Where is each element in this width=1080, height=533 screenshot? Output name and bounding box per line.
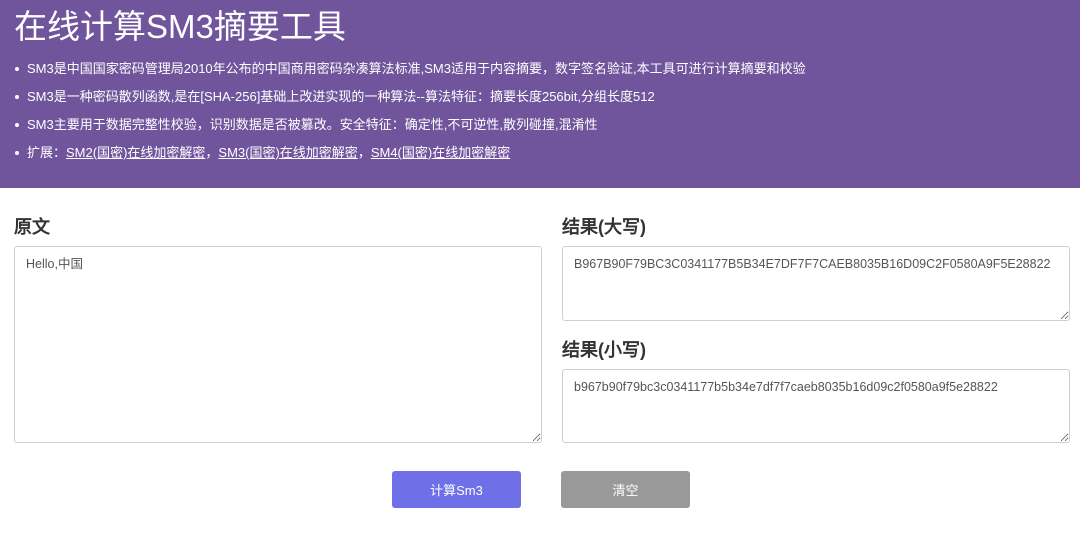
link-sm3[interactable]: SM3(国密)在线加密解密: [218, 145, 357, 160]
link-sm2[interactable]: SM2(国密)在线加密解密: [66, 145, 205, 160]
extension-prefix: 扩展：: [27, 145, 67, 160]
info-item-extension: 扩展：SM2(国密)在线加密解密，SM3(国密)在线加密解密，SM4(国密)在线…: [14, 143, 806, 171]
header-banner: 在线计算SM3摘要工具 SM3是中国国家密码管理局2010年公布的中国商用密码杂…: [0, 0, 1080, 188]
info-item: SM3是中国国家密码管理局2010年公布的中国商用密码杂凑算法标准,SM3适用于…: [14, 59, 806, 87]
calculate-sm3-button[interactable]: 计算Sm3: [392, 471, 521, 508]
result-upper-label: 结果(大写): [562, 217, 646, 237]
info-item: SM3是一种密码散列函数,是在[SHA-256]基础上改进实现的一种算法--算法…: [14, 87, 806, 115]
info-list: SM3是中国国家密码管理局2010年公布的中国商用密码杂凑算法标准,SM3适用于…: [14, 59, 806, 171]
separator: ，: [205, 145, 219, 160]
link-sm4[interactable]: SM4(国密)在线加密解密: [371, 145, 510, 160]
input-label: 原文: [14, 217, 50, 237]
result-lower-label: 结果(小写): [562, 340, 646, 360]
info-item: SM3主要用于数据完整性校验，识别数据是否被篡改。安全特征：确定性,不可逆性,散…: [14, 115, 806, 143]
result-upper-output[interactable]: B967B90F79BC3C0341177B5B34E7DF7F7CAEB803…: [562, 246, 1070, 321]
result-lower-output[interactable]: b967b90f79bc3c0341177b5b34e7df7f7caeb803…: [562, 369, 1070, 443]
separator: ，: [357, 145, 371, 160]
page-title: 在线计算SM3摘要工具: [14, 8, 346, 45]
clear-button[interactable]: 清空: [561, 471, 690, 508]
plaintext-input[interactable]: Hello,中国: [14, 246, 542, 443]
